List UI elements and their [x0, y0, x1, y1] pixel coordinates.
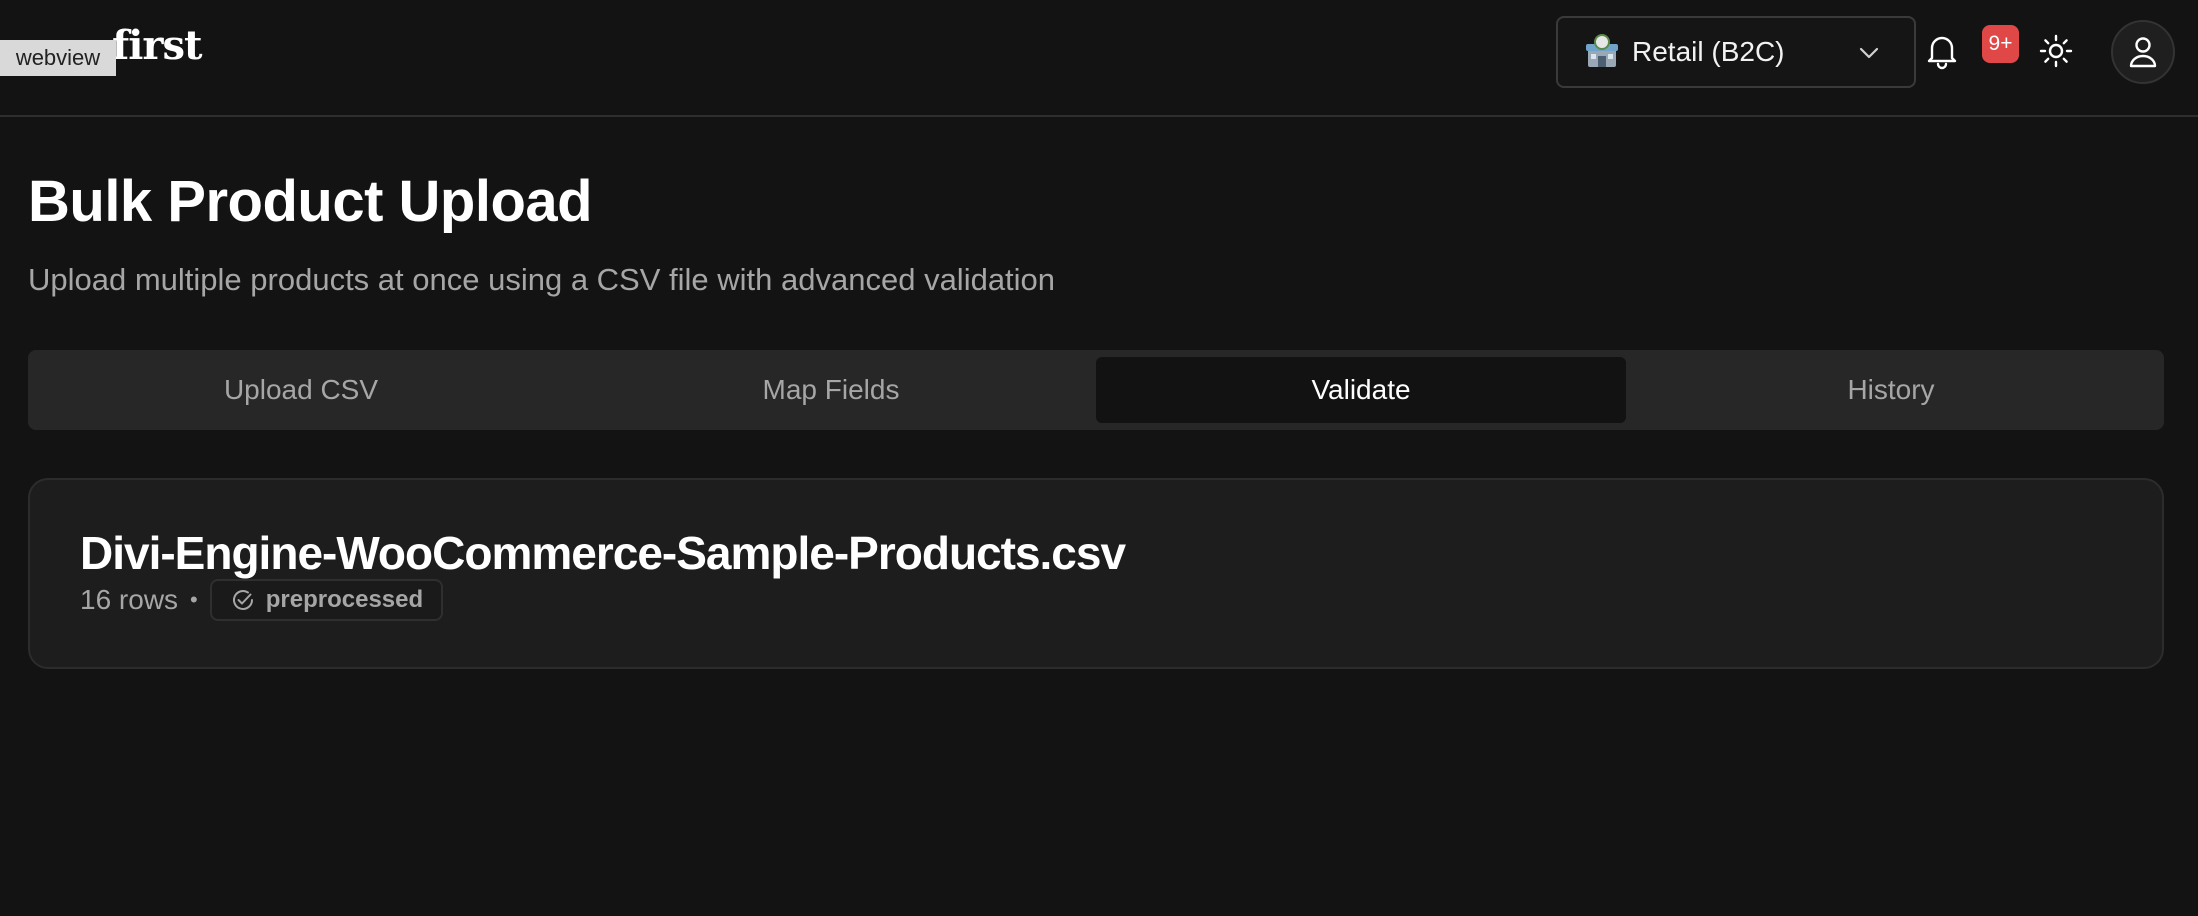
tab-upload-csv[interactable]: Upload CSV — [36, 357, 566, 423]
tab-history[interactable]: History — [1626, 357, 2156, 423]
notification-badge: 9+ — [1982, 25, 2019, 63]
tab-map-fields[interactable]: Map Fields — [566, 357, 1096, 423]
page-subtitle: Upload multiple products at once using a… — [28, 262, 1056, 297]
app-logo[interactable]: first — [112, 22, 202, 69]
file-card: Divi-Engine-WooCommerce-Sample-Products.… — [28, 478, 2164, 669]
file-meta: 16 rows • preprocessed — [80, 578, 444, 622]
store-type-label: Retail (B2C) — [1632, 36, 1785, 67]
bell-icon[interactable] — [1925, 32, 1959, 70]
store-type-select[interactable]: Retail (B2C) — [1556, 16, 1916, 88]
row-count: 16 rows — [80, 584, 179, 615]
chevron-down-icon — [1859, 47, 1879, 59]
status-label: preprocessed — [265, 586, 424, 613]
webview-tag: webview — [0, 40, 116, 76]
profile-button[interactable] — [2111, 20, 2175, 84]
user-icon — [2129, 37, 2157, 68]
file-name: Divi-Engine-WooCommerce-Sample-Products.… — [80, 527, 1126, 579]
meta-separator: • — [190, 587, 198, 612]
upload-tabs: Upload CSV Map Fields Validate History — [28, 350, 2164, 430]
top-bar: first webview Retail (B2C) 9+ — [0, 0, 2198, 117]
store-icon — [1586, 34, 1618, 67]
tab-validate[interactable]: Validate — [1096, 357, 1626, 423]
sun-icon[interactable] — [2039, 34, 2073, 68]
status-badge: preprocessed — [209, 579, 444, 621]
check-circle-icon — [232, 590, 253, 610]
page-title: Bulk Product Upload — [28, 169, 593, 234]
